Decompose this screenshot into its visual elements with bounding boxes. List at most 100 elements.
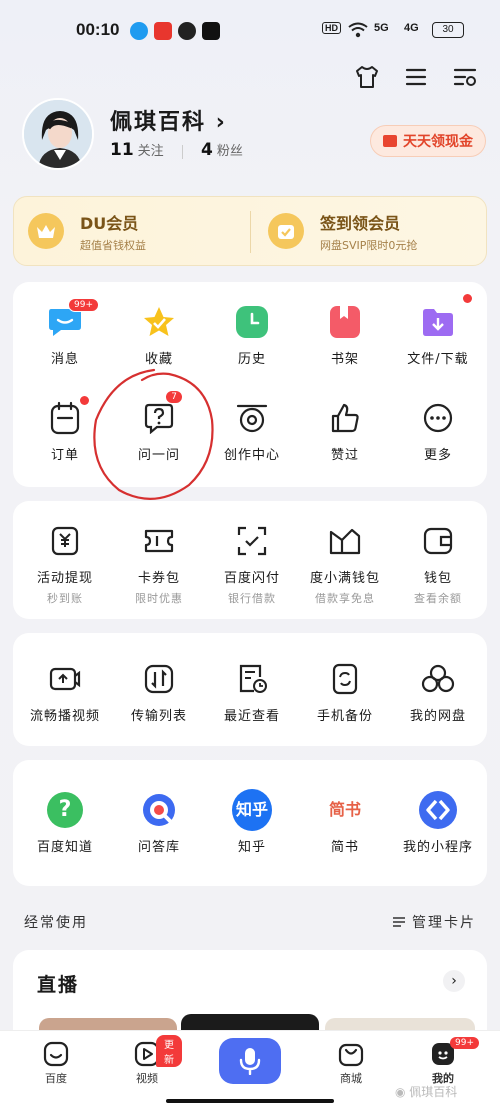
manage-cards-label: 管理卡片	[412, 915, 476, 931]
order-icon	[45, 396, 89, 438]
grid-label: 卡券包	[137, 571, 180, 586]
profile-name[interactable]: 佩琪百科 ›	[110, 104, 227, 136]
jianshu-icon: 简书	[325, 789, 365, 831]
grid-sub: 秒到账	[47, 592, 83, 605]
grid-label: 我的小程序	[402, 840, 473, 855]
tiktok-icon	[202, 22, 220, 40]
signin-vip-entry[interactable]	[268, 213, 304, 249]
grid-item-more[interactable]: 更多	[391, 398, 485, 463]
grid-item-liked[interactable]: 赞过	[298, 398, 392, 463]
grid-label: 知乎	[237, 840, 266, 855]
grid3-item-transfer[interactable]: 传输列表	[112, 659, 206, 724]
grid3-item-mydisk[interactable]: 我的网盘	[391, 659, 485, 724]
cash-button[interactable]: 天天领现金	[370, 125, 486, 157]
signin-vip-sub: 网盘SVIP限时0元抢	[320, 239, 418, 252]
grid3-item-backup[interactable]: 手机备份	[298, 659, 392, 724]
status-time: 00:10	[76, 20, 120, 39]
grid2-item-coupons[interactable]: 卡券包 限时优惠	[112, 521, 206, 606]
tab-mall[interactable]: 商城	[316, 1041, 386, 1086]
profile-stats: 11 关注 4 粉丝	[110, 140, 243, 160]
grid3-item-recent[interactable]: 最近查看	[205, 659, 299, 724]
tab-label: 商城	[340, 1072, 362, 1085]
grid2-item-wallet[interactable]: 钱包 查看余额	[391, 521, 485, 606]
yen-receipt-icon	[45, 521, 85, 561]
grid4-item-zhihu[interactable]: 知乎 知乎	[205, 789, 299, 855]
hd-icon: HD	[322, 22, 341, 34]
tab-video[interactable]: 视频 更新	[112, 1035, 182, 1086]
grid-label: 问答库	[137, 840, 180, 855]
tab-label: 视频	[136, 1072, 158, 1085]
phone-backup-icon	[325, 659, 365, 699]
download-icon	[418, 294, 472, 342]
grid-label: 流畅播视频	[29, 709, 100, 724]
creator-icon	[232, 398, 272, 438]
grid-label: 活动提现	[36, 571, 93, 586]
live-title: 直播	[37, 974, 80, 996]
grid-label: 赞过	[330, 448, 359, 463]
grid4-item-qa[interactable]: 问答库	[112, 790, 206, 855]
video-upload-icon	[45, 659, 85, 699]
fans-stat[interactable]: 4 粉丝	[201, 140, 243, 160]
du-vip-title: DU会员	[80, 214, 139, 233]
grid4-item-zhidao[interactable]: ? 百度知道	[18, 790, 112, 855]
zhihu-icon: 知乎	[232, 789, 272, 831]
grid4-item-jianshu[interactable]: 简书 简书	[298, 789, 392, 855]
app-icon	[154, 22, 172, 40]
grid2-item-cashout[interactable]: 活动提现 秒到账	[18, 521, 112, 606]
du-vip-sub: 超值省钱权益	[80, 239, 146, 252]
baidu-home-icon	[43, 1041, 69, 1067]
menu-icon[interactable]	[403, 64, 429, 90]
grid3-item-video[interactable]: 流畅播视频	[18, 659, 112, 724]
grid-label: 文件/下载	[407, 352, 469, 367]
grid-item-favorites[interactable]: 收藏	[112, 302, 206, 367]
grid-label: 更多	[423, 448, 452, 463]
following-stat[interactable]: 11 关注	[110, 140, 164, 160]
app2-icon	[178, 22, 196, 40]
red-circle-annotation	[93, 368, 214, 500]
grid-label: 书架	[330, 352, 359, 367]
du-vip-entry[interactable]	[28, 213, 64, 249]
grid-label: 钱包	[423, 571, 452, 586]
mini-program-icon	[418, 790, 458, 830]
grid-item-history[interactable]: 历史	[205, 302, 299, 367]
message-icon: 99+	[45, 298, 99, 342]
manage-cards-button[interactable]: 管理卡片	[392, 912, 476, 932]
thumb-icon	[325, 398, 365, 438]
grid-sub: 限时优惠	[135, 592, 183, 605]
tshirt-icon[interactable]	[354, 64, 380, 90]
ticket-icon	[139, 521, 179, 561]
grid-sub: 银行借款	[228, 592, 276, 605]
following-label: 关注	[137, 144, 164, 159]
grid4-item-miniprogram[interactable]: 我的小程序	[391, 790, 485, 855]
qq-icon	[130, 22, 148, 40]
grid-label: 简书	[330, 840, 359, 855]
message-badge: 99+	[68, 298, 99, 312]
grid-sub: 查看余额	[414, 592, 462, 605]
baidu-zhidao-icon: ?	[45, 790, 85, 830]
signal-5g: 5G	[374, 22, 389, 34]
red-envelope-icon	[383, 135, 397, 147]
voice-search-button[interactable]	[219, 1038, 281, 1084]
grid-item-message[interactable]: 99+ 消息	[18, 298, 112, 367]
grid-sub: 借款享免息	[315, 592, 375, 605]
chevron-right-icon[interactable]: ›	[443, 970, 465, 992]
vip-card: DU会员 超值省钱权益 签到领会员 网盘SVIP限时0元抢	[13, 196, 487, 266]
grid-item-bookshelf[interactable]: 书架	[298, 302, 392, 367]
home-indicator[interactable]	[166, 1099, 334, 1103]
recent-file-icon	[232, 659, 272, 699]
grid2-item-duxiaoman[interactable]: 度小满钱包 借款享免息	[298, 521, 392, 606]
netdisk-grid-card: 流畅播视频 传输列表 最近查看 手机备份 我的网盘	[13, 633, 487, 746]
more-icon	[418, 398, 458, 438]
downloads-dot	[463, 294, 472, 303]
calendar-check-icon	[268, 213, 304, 249]
list-icon	[393, 917, 405, 927]
tab-baidu[interactable]: 百度	[21, 1041, 91, 1086]
grid2-item-flashpay[interactable]: 百度闪付 银行借款	[205, 521, 299, 606]
grid-label: 百度闪付	[223, 571, 280, 586]
profile-name-text: 佩琪百科	[110, 110, 207, 135]
grid-item-downloads[interactable]: 文件/下载	[391, 294, 485, 367]
scan-check-icon	[232, 521, 272, 561]
tab-mine[interactable]: 我的 99+	[408, 1037, 479, 1086]
settings-icon[interactable]	[452, 64, 478, 90]
avatar[interactable]	[22, 98, 94, 170]
